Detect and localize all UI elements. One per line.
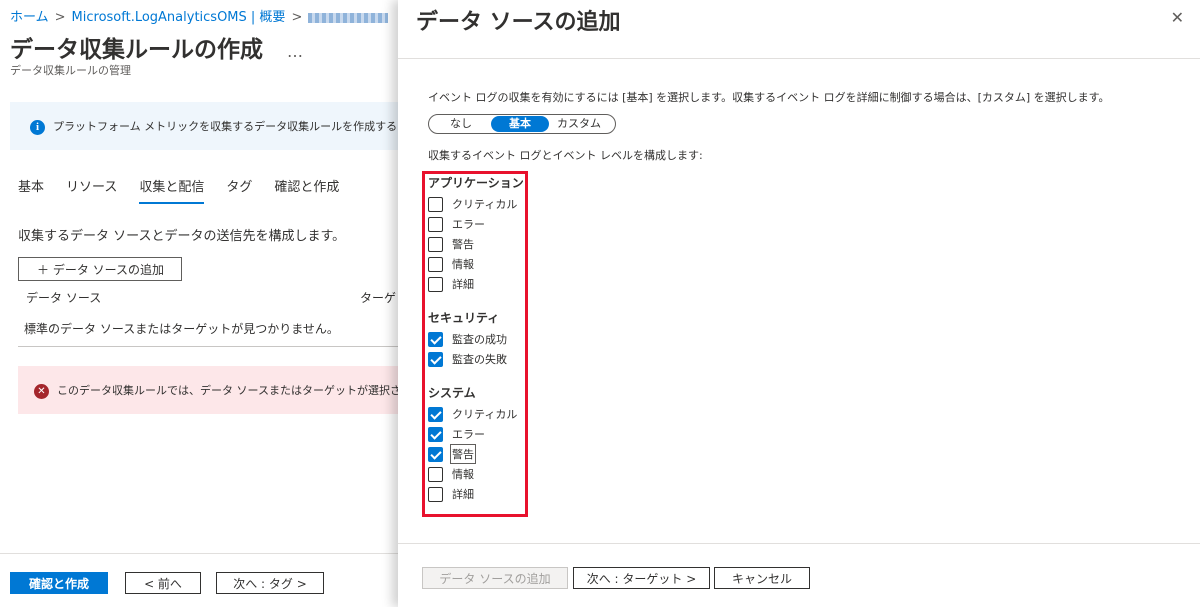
table-divider	[18, 346, 398, 347]
checkbox-row[interactable]: 監査の失敗	[428, 349, 507, 369]
page-title: データ収集ルールの作成 …	[10, 30, 303, 64]
application-log-group: アプリケーション クリティカル エラー 警告 情報 詳細	[428, 174, 524, 294]
group-title-system: システム	[428, 386, 476, 400]
checkbox-row[interactable]: 警告	[428, 234, 524, 254]
panel-header-divider	[398, 58, 1200, 59]
breadcrumb-separator: >	[291, 10, 303, 25]
checkbox-row[interactable]: エラー	[428, 424, 517, 444]
info-icon: i	[30, 119, 45, 135]
breadcrumb-redacted	[308, 12, 389, 23]
tab-collect-and-deliver[interactable]: 収集と配信	[139, 176, 205, 204]
breadcrumb-separator: >	[54, 10, 66, 25]
checkbox-row[interactable]: クリティカル	[428, 194, 524, 214]
checkbox-sys-critical[interactable]	[428, 406, 443, 422]
empty-table-message: 標準のデータ ソースまたはターゲットが見つかりません。	[24, 322, 339, 336]
checkbox-app-verbose[interactable]	[428, 276, 443, 292]
checkbox-sys-information[interactable]	[428, 466, 443, 482]
checkbox-app-warning[interactable]	[428, 236, 443, 252]
checkbox-label: 詳細	[452, 488, 474, 501]
breadcrumb: ホーム > Microsoft.LogAnalyticsOMS | 概要 >	[10, 6, 389, 25]
close-icon[interactable]: ✕	[1171, 8, 1184, 27]
checkbox-label: 監査の失敗	[452, 353, 507, 366]
checkbox-app-critical[interactable]	[428, 196, 443, 212]
checkbox-row[interactable]: クリティカル	[428, 404, 517, 424]
cancel-button[interactable]: キャンセル	[714, 567, 810, 589]
collection-mode-toggle: なし 基本 カスタム	[428, 114, 616, 134]
system-log-group: システム クリティカル エラー 警告 情報 詳細	[428, 384, 517, 504]
column-header-target: ターゲット	[360, 291, 398, 305]
security-log-group: セキュリティ 監査の成功 監査の失敗	[428, 309, 507, 369]
checkbox-label: 詳細	[452, 278, 474, 291]
mode-option-custom[interactable]: カスタム	[549, 116, 609, 132]
checkbox-app-error[interactable]	[428, 216, 443, 232]
breadcrumb-home[interactable]: ホーム	[10, 10, 49, 25]
checkbox-label: 情報	[452, 258, 474, 271]
checkbox-row[interactable]: 情報	[428, 464, 517, 484]
add-data-source-panel: データ ソースの追加 ✕ イベント ログの収集を有効にするには [基本] を選択…	[398, 0, 1200, 607]
checkbox-app-information[interactable]	[428, 256, 443, 272]
panel-title: データ ソースの追加	[416, 10, 621, 35]
page-subtitle: データ収集ルールの管理	[10, 64, 131, 77]
tab-review-create[interactable]: 確認と作成	[274, 176, 339, 204]
panel-footer-divider	[398, 543, 1200, 544]
checkbox-label: エラー	[452, 428, 485, 441]
checkbox-label: クリティカル	[452, 408, 518, 421]
checkbox-label: クリティカル	[452, 198, 518, 211]
checkbox-label: 情報	[452, 468, 474, 481]
collect-description: 収集するデータ ソースとデータの送信先を構成します。	[18, 229, 346, 244]
next-target-button[interactable]: 次へ : ターゲット >	[573, 567, 710, 589]
checkbox-row[interactable]: 監査の成功	[428, 329, 507, 349]
previous-button[interactable]: < 前へ	[125, 572, 201, 594]
checkbox-label: 警告	[452, 238, 474, 251]
more-options-icon[interactable]: …	[287, 42, 303, 61]
checkbox-label: 警告	[450, 444, 476, 464]
checkbox-label: 監査の成功	[452, 333, 507, 346]
tab-tags[interactable]: タグ	[226, 176, 252, 204]
mode-option-basic[interactable]: 基本	[491, 116, 549, 132]
tab-resources[interactable]: リソース	[66, 176, 117, 204]
group-title-security: セキュリティ	[428, 311, 500, 325]
checkbox-sec-audit-failure[interactable]	[428, 351, 443, 367]
panel-add-data-source-button[interactable]: データ ソースの追加	[422, 567, 568, 589]
breadcrumb-workspace[interactable]: Microsoft.LogAnalyticsOMS | 概要	[72, 10, 286, 25]
page-title-text: データ収集ルールの作成	[10, 37, 263, 63]
checkbox-row[interactable]: 警告	[428, 444, 517, 464]
next-tag-button[interactable]: 次へ : タグ >	[216, 572, 324, 594]
checkbox-row[interactable]: 情報	[428, 254, 524, 274]
checkbox-sys-error[interactable]	[428, 426, 443, 442]
checkbox-sys-warning[interactable]	[428, 446, 443, 462]
error-message-bar: ✕ このデータ収集ルールでは、データ ソースまたはターゲットが選択されて	[18, 366, 398, 414]
tab-basics[interactable]: 基本	[18, 176, 44, 204]
wizard-tabs: 基本 リソース 収集と配信 タグ 確認と作成	[18, 176, 361, 204]
error-icon: ✕	[34, 383, 49, 399]
checkbox-sys-verbose[interactable]	[428, 486, 443, 502]
checkbox-row[interactable]: エラー	[428, 214, 524, 234]
mode-option-none[interactable]: なし	[431, 116, 491, 132]
panel-description: イベント ログの収集を有効にするには [基本] を選択します。収集するイベント …	[428, 91, 1110, 104]
checkbox-row[interactable]: 詳細	[428, 484, 517, 504]
info-message-bar: i プラットフォーム メトリックを収集するデータ収集ルールを作成するには、こ	[10, 102, 410, 150]
info-message-text: プラットフォーム メトリックを収集するデータ収集ルールを作成するには、こ	[53, 120, 410, 133]
checkbox-label: エラー	[452, 218, 485, 231]
column-header-data-source: データ ソース	[26, 291, 102, 305]
review-create-button[interactable]: 確認と作成	[10, 572, 108, 594]
checkbox-sec-audit-success[interactable]	[428, 331, 443, 347]
add-data-source-button[interactable]: ＋ データ ソースの追加	[18, 257, 182, 281]
checkbox-row[interactable]: 詳細	[428, 274, 524, 294]
config-label: 収集するイベント ログとイベント レベルを構成します:	[428, 149, 703, 162]
error-message-text: このデータ収集ルールでは、データ ソースまたはターゲットが選択されて	[57, 384, 398, 397]
group-title-application: アプリケーション	[428, 176, 524, 190]
